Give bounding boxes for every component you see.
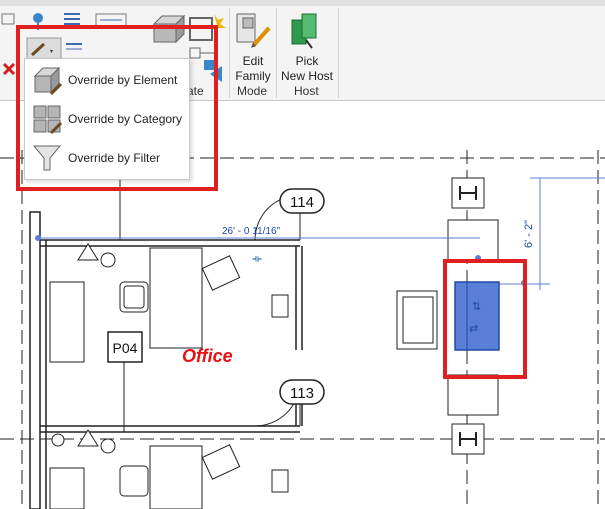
edit-family-label-1: Edit — [242, 54, 264, 68]
pin-tool-icon[interactable] — [1, 13, 15, 25]
group-separator — [276, 8, 277, 98]
furniture — [49, 219, 499, 509]
room-number-top: 114 — [290, 194, 314, 211]
ribbon-tab-strip — [0, 0, 605, 6]
edit-family-label-2: Family — [235, 69, 271, 83]
pick-new-host-label-1: Pick — [295, 54, 319, 68]
highlight-override-menu — [16, 25, 218, 191]
line-pattern-icon[interactable] — [64, 13, 80, 25]
highlight-selected-element — [443, 259, 527, 379]
edit-family-icon — [236, 13, 271, 48]
family-tag-p04[interactable]: P04 — [107, 331, 143, 432]
dimension-marker-icon: ⟛ — [252, 253, 262, 265]
group-separator — [338, 8, 339, 98]
dimension-horizontal-text: 26' - 0 11/16" — [222, 226, 281, 237]
room-number-bottom: 113 — [290, 385, 314, 402]
tag-label: P04 — [113, 340, 138, 356]
room-name: Office — [182, 346, 233, 366]
group-separator — [229, 8, 230, 98]
group-label-mode: Mode — [237, 84, 268, 98]
pick-new-host-label-2: New Host — [280, 69, 333, 83]
dimension-vertical-text: 6' - 2" — [523, 220, 535, 248]
group-label-host: Host — [294, 84, 319, 98]
room-tag-114[interactable]: 114 — [279, 188, 325, 214]
room-tag-113[interactable]: 113 — [279, 379, 325, 405]
dimension-horizontal[interactable]: 26' - 0 11/16" — [35, 226, 480, 241]
edit-family-button[interactable]: Edit Family — [231, 10, 275, 83]
pick-new-host-icon — [291, 13, 317, 49]
pick-new-host-button[interactable]: Pick New Host — [278, 10, 336, 83]
delete-icon[interactable] — [2, 62, 16, 76]
